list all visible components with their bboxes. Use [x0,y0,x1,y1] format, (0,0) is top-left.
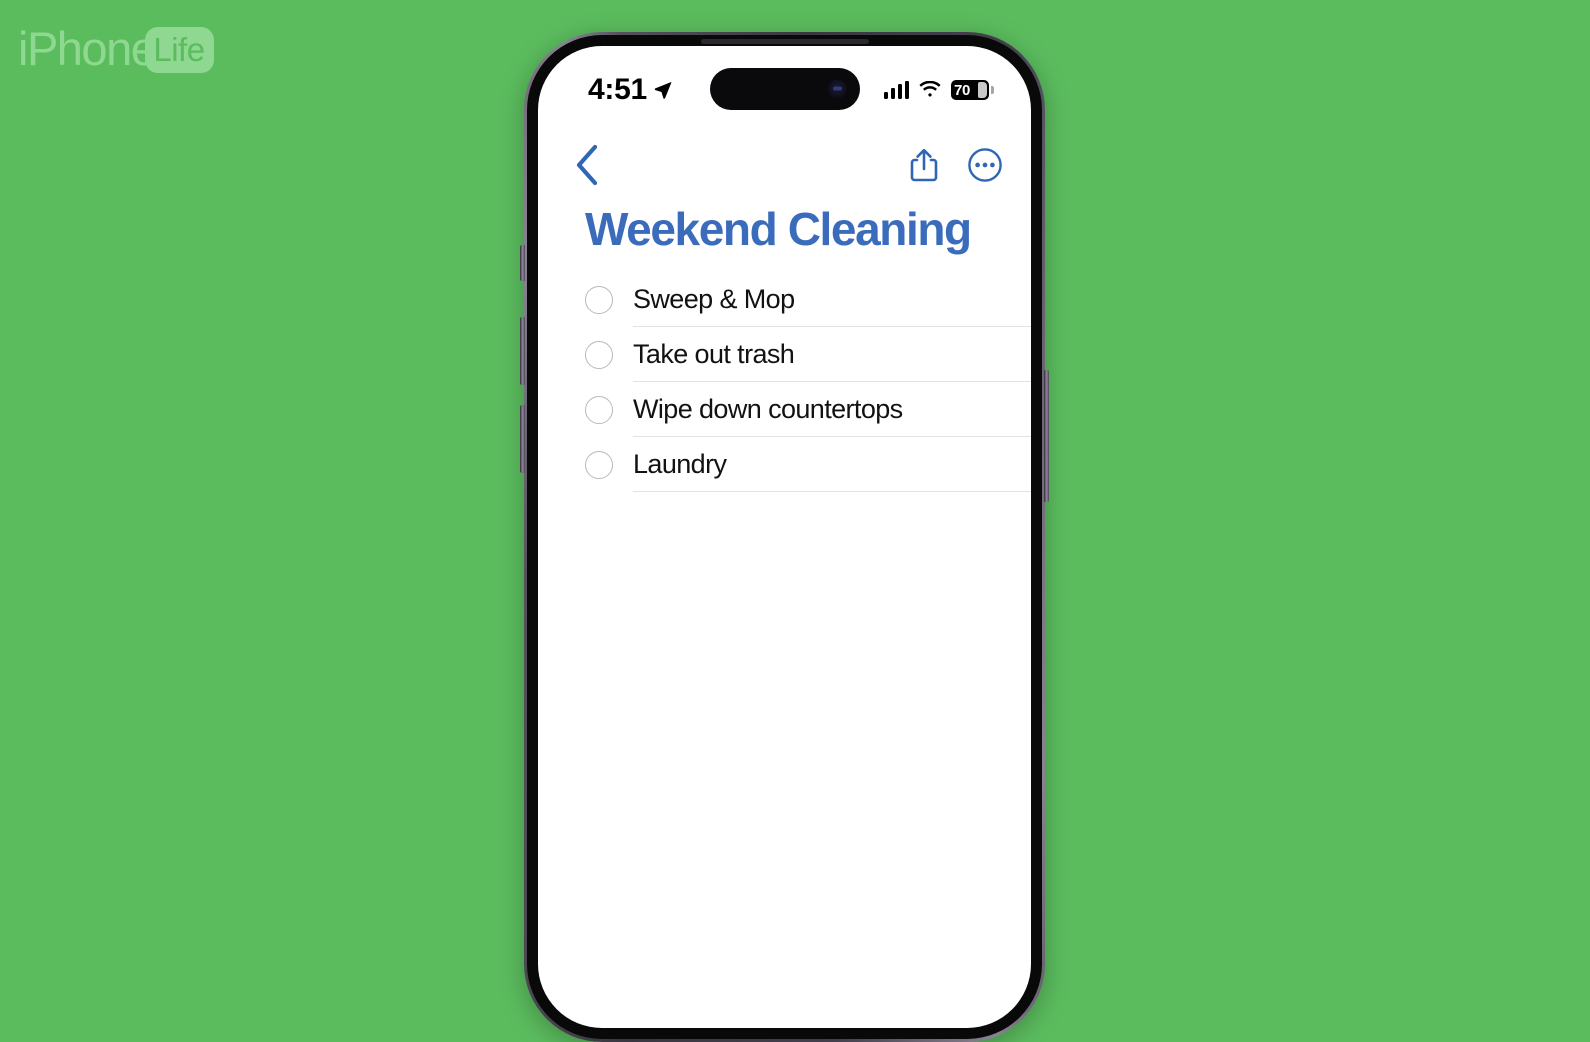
chevron-left-icon [574,144,600,186]
volume-up-button[interactable] [520,317,525,385]
list-separator [633,491,1031,492]
list-item[interactable]: Take out trash [585,327,1031,382]
power-button[interactable] [1044,370,1049,502]
location-arrow-icon [653,80,673,100]
list-item-label: Sweep & Mop [633,284,795,314]
checkbox-circle-icon[interactable] [585,450,613,479]
list-item[interactable]: Sweep & Mop [585,272,1031,327]
list-item-label: Take out trash [633,339,795,369]
phone-bezel: 4:51 70 Weekend Cleaning Sweep & Mop Tak… [527,35,1042,1039]
navigation-bar [538,134,1031,196]
volume-down-button[interactable] [520,405,525,473]
wifi-icon [918,81,942,99]
list-item-label: Wipe down countertops [633,394,903,424]
list-item-label: Laundry [633,449,727,479]
battery-tip [978,82,987,98]
list-item[interactable]: Laundry [585,437,1031,492]
watermark-life-text: Life [153,31,205,68]
share-button[interactable] [909,147,939,183]
status-time: 4:51 [588,73,647,106]
watermark-iphone-text: iPhone [18,21,157,75]
checkbox-circle-icon[interactable] [585,340,613,369]
navigation-actions [909,147,1003,183]
battery-level-text: 70 [954,81,971,99]
list-item[interactable]: Wipe down countertops [585,382,1031,437]
more-options-button[interactable] [967,147,1003,183]
cellular-signal-icon [883,81,909,99]
watermark-life-badge: Life [145,27,214,73]
battery-icon: 70 [951,80,994,100]
status-bar-left: 4:51 [588,75,673,105]
reminder-list: Sweep & Mop Take out trash Wipe down cou… [538,272,1031,492]
status-bar-right: 70 [883,80,994,100]
dynamic-island [709,68,860,110]
back-button[interactable] [574,144,600,186]
front-camera-icon [827,79,847,99]
page-title: Weekend Cleaning [585,203,972,255]
phone-screen: 4:51 70 Weekend Cleaning Sweep & Mop Tak… [538,46,1031,1028]
more-circle-icon [967,147,1003,183]
share-icon [909,147,939,183]
checkbox-circle-icon[interactable] [585,285,613,314]
silent-switch[interactable] [520,245,525,281]
checkbox-circle-icon[interactable] [585,395,613,424]
iphone-device: 4:51 70 Weekend Cleaning Sweep & Mop Tak… [520,32,1049,1042]
iphone-life-watermark: iPhone Life [18,20,214,80]
earpiece-speaker [700,39,869,44]
